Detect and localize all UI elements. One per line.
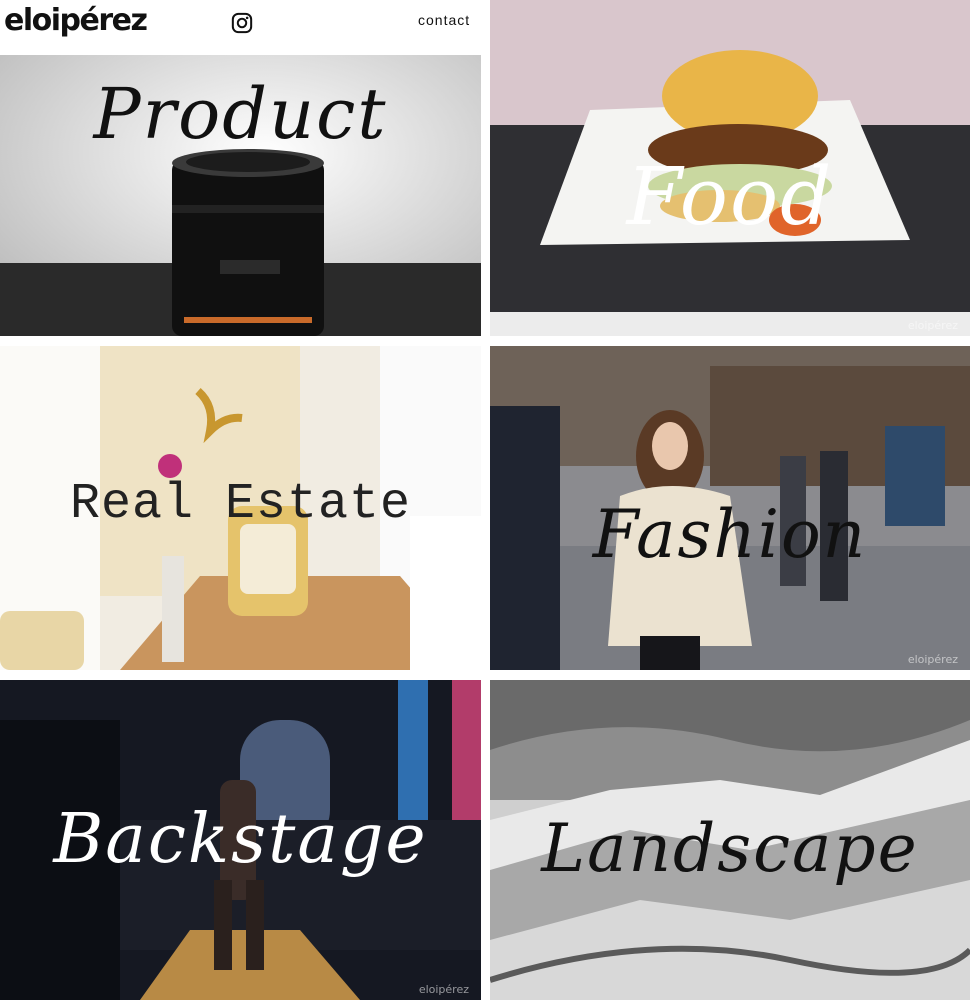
landscape-image — [490, 680, 970, 1000]
tile-fashion[interactable]: Fashion eloipérez — [490, 346, 970, 670]
realestate-image — [0, 346, 481, 670]
tile-backstage[interactable]: Backstage eloipérez — [0, 680, 481, 1000]
tile-landscape[interactable]: Landscape — [490, 680, 970, 1000]
watermark: eloipérez — [907, 319, 958, 332]
tile-realestate[interactable]: Real Estate — [0, 346, 481, 670]
product-image — [0, 55, 481, 336]
site-header: eloipérez contact — [0, 0, 481, 55]
instagram-icon[interactable] — [231, 12, 253, 34]
food-image — [490, 0, 970, 336]
backstage-image — [0, 680, 481, 1000]
tile-food[interactable]: Food eloipérez — [490, 0, 970, 336]
contact-link[interactable]: contact — [418, 12, 470, 28]
tile-product[interactable]: Product — [0, 55, 481, 336]
site-logo[interactable]: eloipérez — [4, 3, 148, 38]
watermark: eloipérez — [418, 983, 469, 996]
fashion-image — [490, 346, 970, 670]
watermark: eloipérez — [907, 653, 958, 666]
